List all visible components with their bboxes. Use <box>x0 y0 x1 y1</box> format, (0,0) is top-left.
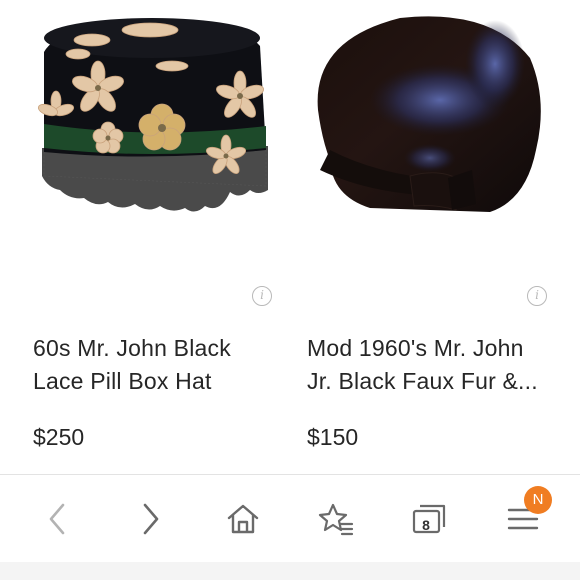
home-button[interactable] <box>208 475 278 563</box>
product-price: $250 <box>33 424 85 450</box>
notification-badge[interactable]: N <box>524 486 552 514</box>
tab-count: 8 <box>422 517 430 533</box>
menu-button[interactable] <box>488 475 558 563</box>
product-title[interactable]: 60s Mr. John Black Lace Pill Box Hat <box>33 332 273 398</box>
tabs-button[interactable]: 8 <box>394 475 464 563</box>
back-icon <box>49 503 65 535</box>
info-icon[interactable]: i <box>527 286 547 306</box>
forward-icon <box>143 503 159 535</box>
velvet-cap-illustration <box>317 16 541 213</box>
forward-button[interactable] <box>116 475 186 563</box>
bottom-strip <box>0 562 580 580</box>
product-card[interactable]: i Mod 1960's Mr. John Jr. Black Faux Fur… <box>290 0 580 472</box>
pillbox-hat-illustration <box>37 18 268 212</box>
browser-toolbar: 8 <box>0 474 580 562</box>
product-image-velvet-cap[interactable]: i <box>290 0 580 316</box>
product-image-pillbox-hat[interactable]: i <box>0 0 290 316</box>
back-button[interactable] <box>22 475 92 563</box>
home-icon <box>227 504 259 534</box>
product-price: $150 <box>307 424 359 450</box>
favorites-icon <box>318 503 354 536</box>
favorites-button[interactable] <box>301 475 371 563</box>
info-icon[interactable]: i <box>252 286 272 306</box>
product-title[interactable]: Mod 1960's Mr. John Jr. Black Faux Fur &… <box>307 332 547 398</box>
product-grid: i 60s Mr. John Black Lace Pill Box Hat $… <box>0 0 580 472</box>
product-card[interactable]: i 60s Mr. John Black Lace Pill Box Hat $… <box>0 0 290 472</box>
